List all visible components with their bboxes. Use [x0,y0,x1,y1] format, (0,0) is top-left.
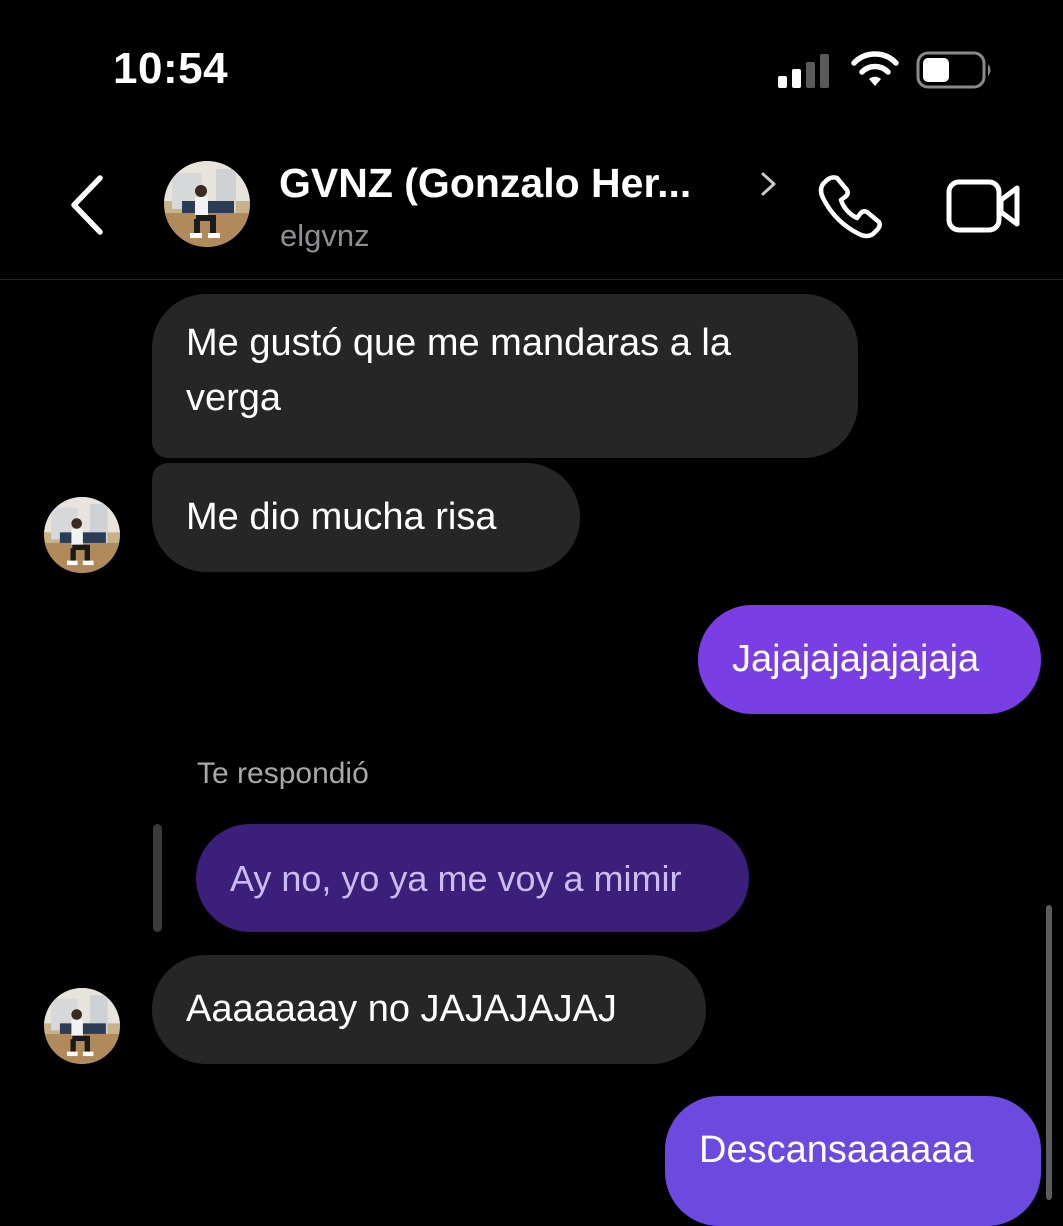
chevron-right-icon[interactable] [758,168,780,200]
wifi-icon [851,51,899,86]
outgoing-message-bubble[interactable]: Jajajajajajajaja [698,605,1041,714]
reply-label: Te respondió [197,757,369,790]
contact-name[interactable]: GVNZ (Gonzalo Her... [279,160,691,207]
outgoing-message-bubble[interactable]: Descansaaaaaa [665,1096,1041,1226]
sender-avatar[interactable] [44,497,120,573]
status-time: 10:54 [113,44,229,93]
cellular-signal-icon [778,54,829,88]
incoming-message-bubble[interactable]: Aaaaaaay no JAJAJAJAJ [152,955,706,1064]
header-divider [0,279,1063,280]
quoted-message-bubble[interactable]: Ay no, yo ya me voy a mimir [196,824,749,932]
scrollbar[interactable] [1046,905,1052,1200]
battery-icon [916,51,991,89]
reply-indicator-bar [153,824,162,932]
header-avatar[interactable] [164,161,250,247]
back-button[interactable] [60,170,116,240]
incoming-message-bubble[interactable]: Me gustó que me mandaras a la verga [152,294,858,458]
contact-username: elgvnz [280,218,370,253]
video-camera-icon[interactable] [945,174,1025,238]
incoming-message-bubble[interactable]: Me dio mucha risa [152,463,580,572]
phone-icon[interactable] [815,170,887,242]
sender-avatar[interactable] [44,988,120,1064]
